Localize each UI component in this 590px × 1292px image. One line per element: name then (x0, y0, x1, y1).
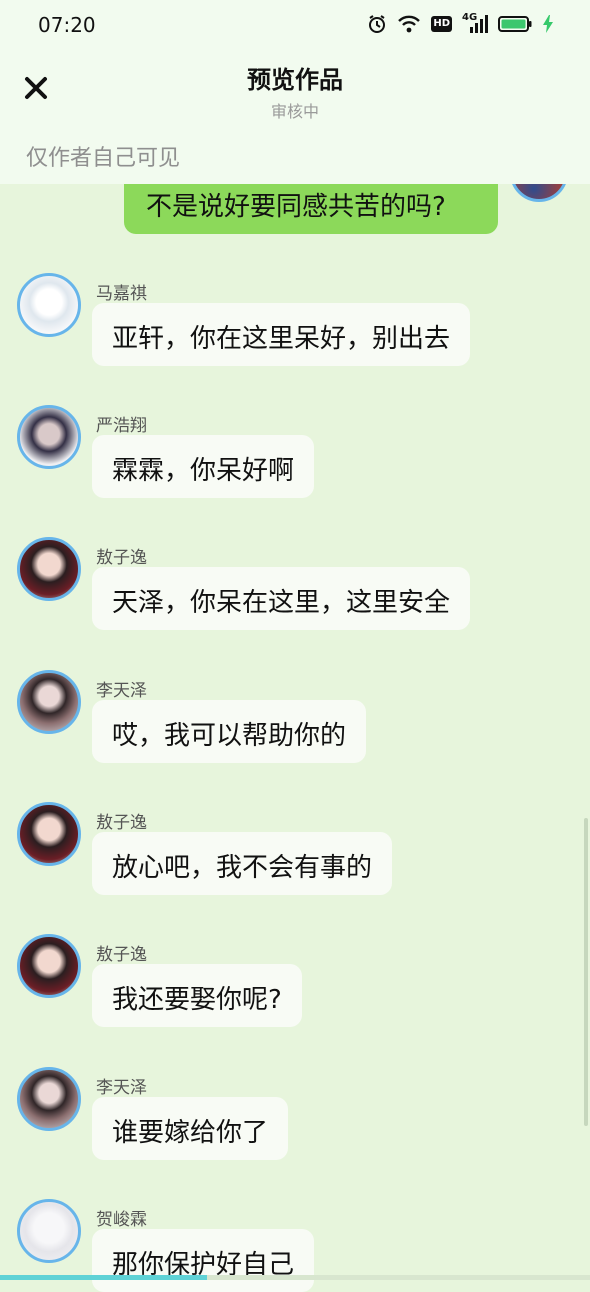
sender-name: 敖子逸 (96, 813, 147, 833)
reading-progress-fill (0, 1275, 207, 1280)
avatar[interactable] (17, 273, 81, 337)
signal-icon: 4G (462, 12, 488, 34)
wifi-icon (397, 14, 421, 34)
sender-name: 严浩翔 (96, 416, 147, 436)
message-bubble: 亚轩，你在这里呆好，别出去 (92, 303, 471, 366)
avatar[interactable] (17, 1199, 81, 1263)
message-bubble: 放心吧，我不会有事的 (92, 832, 393, 895)
sender-name: 马嘉祺 (96, 284, 147, 304)
sender-name: 李天泽 (96, 1078, 147, 1098)
scrollbar[interactable] (584, 818, 588, 1126)
message-bubble: 天泽，你呆在这里，这里安全 (92, 567, 471, 630)
sender-name: 敖子逸 (96, 548, 147, 568)
network-type-label: 4G (462, 12, 478, 23)
avatar[interactable] (17, 670, 81, 734)
avatar[interactable] (17, 802, 81, 866)
message-bubble: 霖霖，你呆好啊 (92, 435, 315, 498)
review-status: 审核中 (270, 102, 319, 121)
visibility-note: 仅作者自己可见 (26, 146, 181, 171)
message-bubble: 谁要嫁给你了 (92, 1097, 289, 1160)
avatar[interactable] (17, 1067, 81, 1131)
sender-name: 李天泽 (96, 681, 147, 701)
message-bubble: 哎，我可以帮助你的 (92, 700, 367, 763)
avatar[interactable] (17, 405, 81, 469)
message-bubble: 我还要娶你呢? (92, 964, 302, 1027)
avatar[interactable] (17, 934, 81, 998)
avatar[interactable] (17, 537, 81, 601)
charging-icon (542, 14, 554, 34)
status-icons: HD 4G (367, 12, 554, 34)
reading-progress (0, 1275, 590, 1280)
message-bubble: 那你保护好自己 (92, 1229, 315, 1292)
status-time: 07:20 (38, 13, 96, 37)
chat-area[interactable]: 不是说好要同感共苦的吗? 马嘉祺 亚轩，你在这里呆好，别出去 严浩翔 霖霖，你呆… (0, 0, 590, 1292)
alarm-icon (367, 14, 387, 34)
hd-icon: HD (431, 16, 452, 32)
page-title: 预览作品 (247, 66, 343, 94)
sender-name: 敖子逸 (96, 945, 147, 965)
sender-name: 贺峻霖 (96, 1210, 147, 1230)
battery-icon (498, 14, 532, 34)
header-area: 07:20 HD 4G 预览作品 审核中 仅作者自己可见 (0, 0, 590, 184)
